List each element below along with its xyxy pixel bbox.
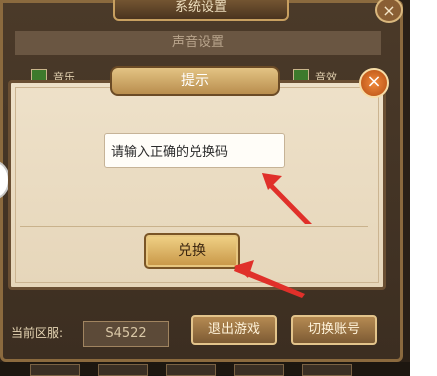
switch-account-button[interactable]: 切换账号 [291, 315, 377, 345]
item-slot [166, 364, 216, 376]
sound-settings-header: 声音设置 [15, 31, 381, 55]
exit-game-button[interactable]: 退出游戏 [191, 315, 277, 345]
system-settings-title: 系统设置 [113, 0, 289, 21]
item-slot [234, 364, 284, 376]
system-settings-close-icon[interactable]: × [375, 0, 403, 23]
item-slot [98, 364, 148, 376]
bottom-item-strip [0, 362, 410, 376]
current-server-label: 当前区服: [11, 326, 64, 340]
game-screen: 系统设置 × 声音设置 音乐 音效 当前区服: S4522 退出游戏 切换账号 … [0, 0, 410, 376]
redeem-button[interactable]: 兑换 [144, 233, 240, 269]
item-slot [302, 364, 352, 376]
dialog-close-icon[interactable]: × [359, 68, 389, 98]
right-margin [410, 0, 437, 376]
item-slot [30, 364, 80, 376]
dialog-divider [20, 226, 368, 227]
current-server-value: S4522 [83, 321, 169, 347]
redeem-code-input[interactable] [104, 133, 285, 168]
dialog-title: 提示 [110, 66, 280, 96]
